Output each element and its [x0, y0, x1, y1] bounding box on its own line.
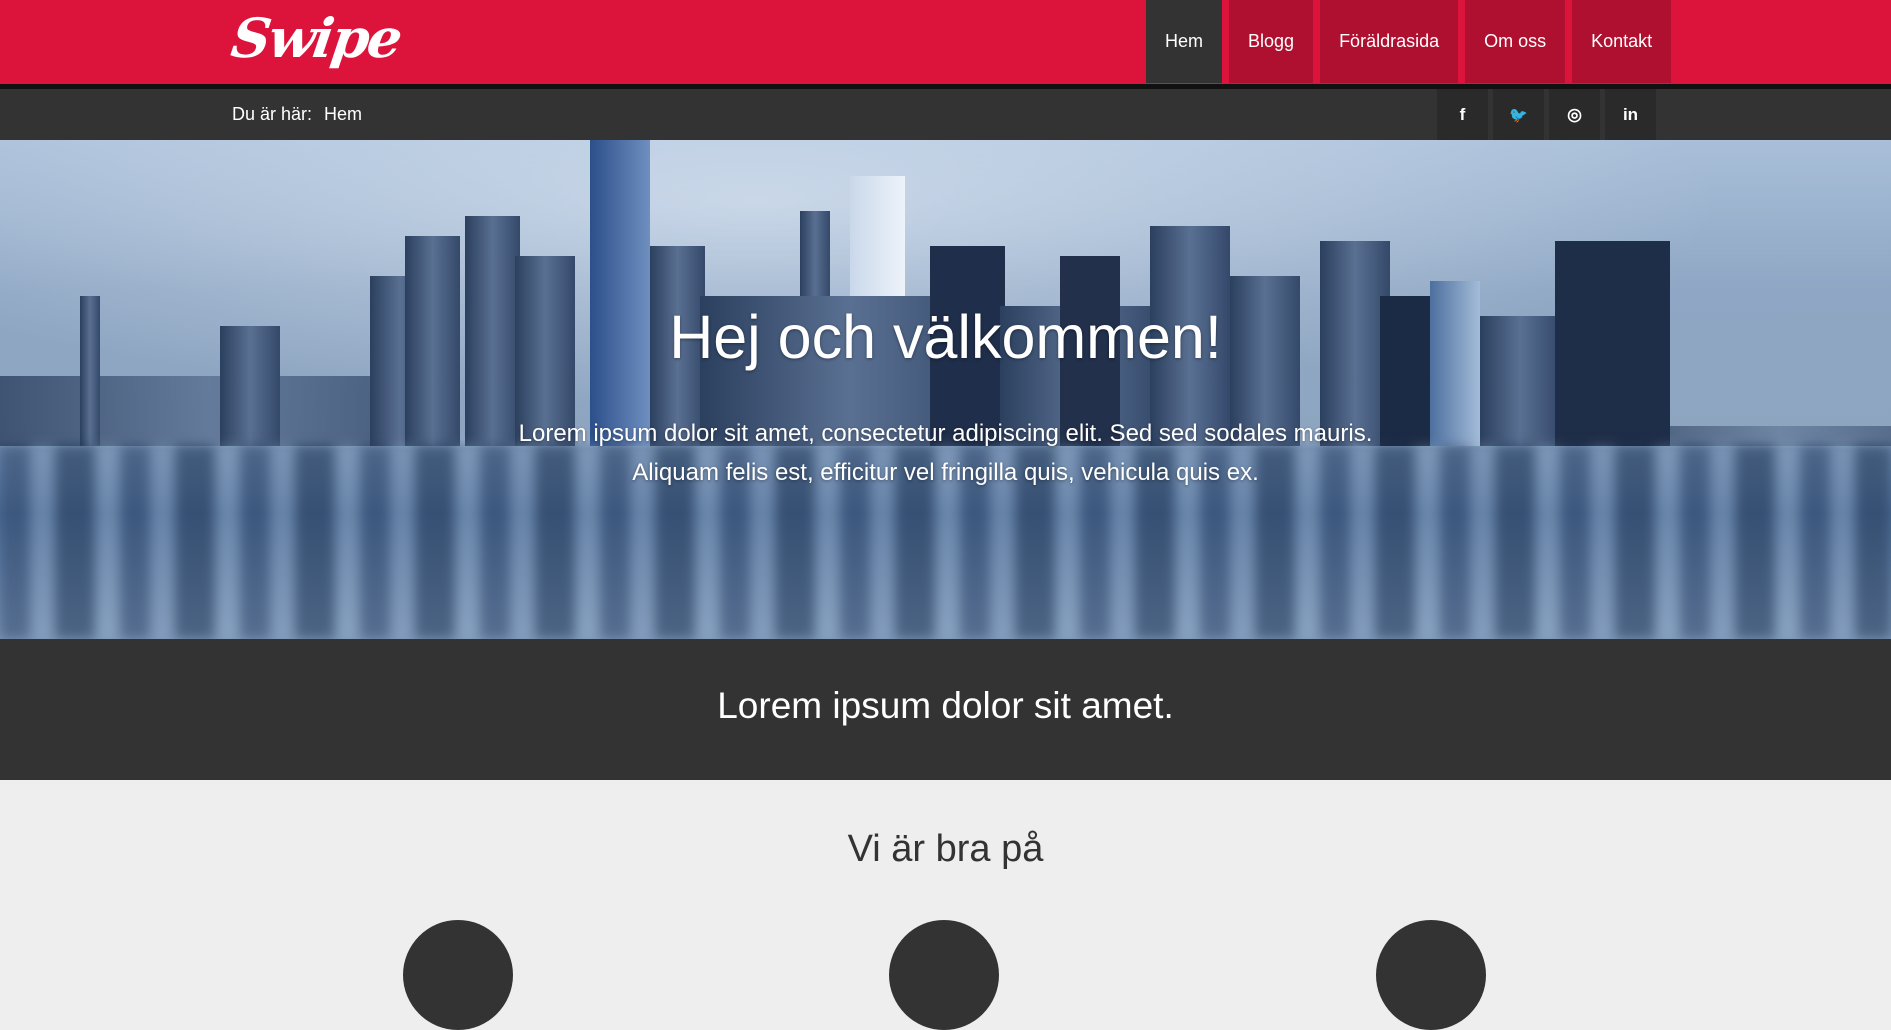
hero-content: Hej och välkommen! Lorem ipsum dolor sit… — [0, 140, 1891, 492]
facebook-icon[interactable]: f — [1437, 89, 1488, 140]
breadcrumb-current[interactable]: Hem — [324, 104, 362, 124]
hero-subtitle: Lorem ipsum dolor sit amet, consectetur … — [518, 420, 1373, 486]
nav-item-blogg[interactable]: Blogg — [1229, 0, 1314, 83]
nav-item-om-oss[interactable]: Om oss — [1465, 0, 1566, 83]
nav-item-hem[interactable]: Hem — [1146, 0, 1223, 83]
skill-icon-circle — [1376, 920, 1486, 1030]
instagram-icon[interactable]: ◎ — [1549, 89, 1600, 140]
skills-title: Vi är bra på — [847, 828, 1044, 870]
breadcrumb: Du är här: Hem — [232, 104, 362, 125]
skill-icon-circle — [889, 920, 999, 1030]
breadcrumb-bar: Du är här: Hem f 🐦 ◎ in — [0, 89, 1891, 140]
hero-banner: Hej och välkommen! Lorem ipsum dolor sit… — [0, 140, 1891, 639]
linkedin-icon[interactable]: in — [1605, 89, 1656, 140]
main-nav: Hem Blogg Föräldrasida Om oss Kontakt — [1146, 0, 1672, 84]
twitter-icon[interactable]: 🐦 — [1493, 89, 1544, 140]
skills-section: Vi är bra på — [0, 780, 1891, 1030]
tagline-band: Lorem ipsum dolor sit amet. — [0, 639, 1891, 780]
hero-title: Hej och välkommen! — [669, 303, 1222, 371]
logo[interactable]: Swipe — [228, 6, 405, 70]
site-header: Swipe Hem Blogg Föräldrasida Om oss Kont… — [0, 0, 1891, 89]
tagline-text: Lorem ipsum dolor sit amet. — [717, 685, 1174, 726]
nav-item-foraldrasida[interactable]: Föräldrasida — [1320, 0, 1459, 83]
breadcrumb-prefix: Du är här: — [232, 104, 313, 124]
social-links: f 🐦 ◎ in — [1437, 89, 1656, 140]
skill-icon-circle — [403, 920, 513, 1030]
nav-item-kontakt[interactable]: Kontakt — [1572, 0, 1672, 83]
